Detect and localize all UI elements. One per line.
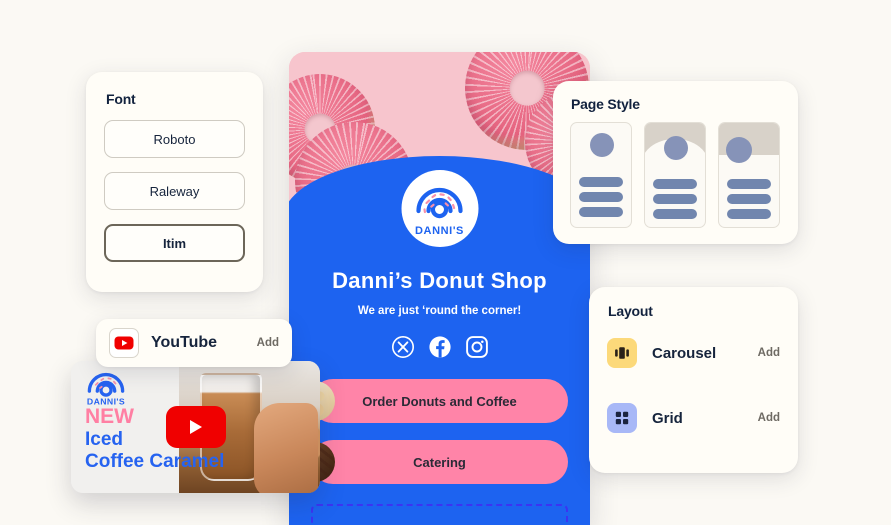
add-youtube-button[interactable]: Add [257,337,279,349]
content-bar [653,194,697,204]
canvas: Font Roboto Raleway Itim DANNI'S Danni’s… [0,0,891,525]
link-button-order[interactable]: Order Donuts and Coffee [295,379,568,423]
layout-item-carousel[interactable]: Carousel Add [607,335,780,371]
font-option-roboto[interactable]: Roboto [104,120,245,158]
video-preview-card[interactable]: DANNI'S NEW Iced Coffee Caramel [71,361,320,493]
youtube-block-chip[interactable]: YouTube Add [96,319,292,367]
youtube-chip-label: YouTube [151,334,218,351]
link-button-catering[interactable]: Catering [295,440,568,484]
social-links [289,336,590,358]
add-grid-button[interactable]: Add [758,412,780,424]
avatar-placeholder [590,133,614,157]
x-twitter-icon[interactable] [391,336,414,358]
content-bar [727,179,771,189]
page-style-option-arched-centered[interactable] [644,122,706,228]
layout-panel-title: Layout [608,303,653,319]
page-tagline: We are just ‘round the corner! [357,305,522,317]
link-button-label: Catering [413,454,466,470]
link-button-label: Order Donuts and Coffee [362,393,517,409]
avatar-placeholder [726,137,752,163]
add-carousel-button[interactable]: Add [758,347,780,359]
page-preview: DANNI'S Danni’s Donut Shop We are just ‘… [289,52,590,525]
content-bar [653,179,697,189]
content-bars [579,177,623,217]
hand-shape [254,403,318,493]
page-style-title: Page Style [571,96,640,112]
page-style-options [570,122,781,228]
content-bars [653,179,697,219]
page-title: Danni’s Donut Shop [332,268,547,293]
content-bar [653,209,697,219]
drop-zone[interactable] [311,504,568,525]
page-style-panel: Page Style [553,81,798,244]
facebook-icon[interactable] [428,336,451,358]
page-style-option-plain-centered[interactable] [570,122,632,228]
video-caption-line-3: Coffee Caramel [85,451,225,473]
donut-logo-icon: DANNI'S [87,372,125,407]
layout-panel: Layout Carousel Add Grid Add [589,287,798,473]
youtube-play-icon[interactable] [165,406,226,448]
instagram-icon[interactable] [465,336,488,358]
layout-item-label: Carousel [652,344,717,362]
font-option-itim[interactable]: Itim [104,224,245,262]
font-option-label: Raleway [149,183,200,199]
donut-logo-icon [416,187,463,218]
carousel-icon [607,338,637,368]
content-bar [579,177,623,187]
content-bar [579,192,623,202]
content-bar [727,209,771,219]
font-option-label: Roboto [153,131,196,147]
font-panel-title: Font [106,91,136,107]
font-option-label: Itim [162,235,187,251]
content-bars [727,179,771,219]
page-style-option-banner-left[interactable] [718,122,780,228]
logo-wordmark: DANNI'S [415,224,464,237]
content-bar [727,194,771,204]
content-bar [579,207,623,217]
avatar-placeholder [664,136,688,160]
layout-item-grid[interactable]: Grid Add [607,400,780,436]
font-panel: Font Roboto Raleway Itim [86,72,263,292]
layout-item-label: Grid [652,409,683,427]
grid-icon [607,403,637,433]
youtube-icon [109,328,139,358]
font-option-raleway[interactable]: Raleway [104,172,245,210]
avatar: DANNI'S [401,170,478,247]
